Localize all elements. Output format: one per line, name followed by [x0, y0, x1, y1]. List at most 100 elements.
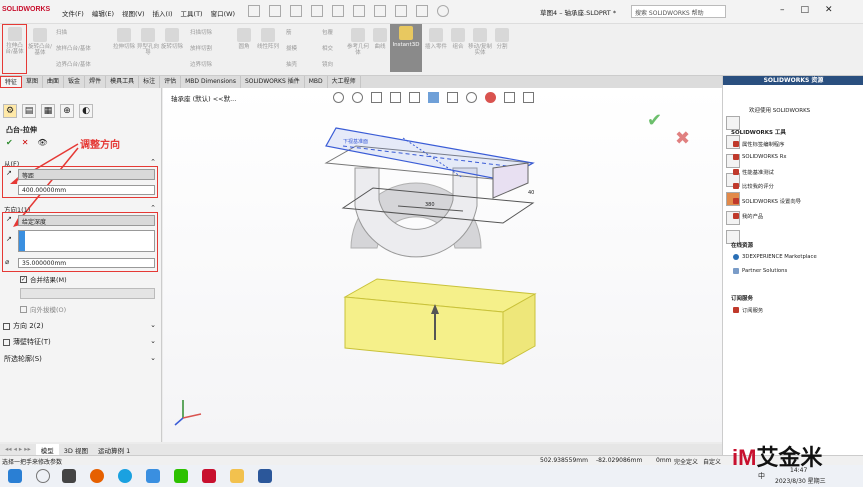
boundary-cut-button[interactable]: 边界切除 — [190, 60, 212, 68]
reference-geometry-button[interactable]: 参考几何体 — [346, 26, 370, 66]
wechat-icon[interactable] — [174, 469, 188, 483]
menu-window[interactable]: 窗口(W) — [211, 8, 236, 18]
thin-feature-label[interactable]: 薄壁特征(T) — [13, 337, 51, 347]
gear-icon[interactable] — [437, 5, 449, 17]
tool-link[interactable]: 我的产品 — [733, 212, 763, 220]
extruded-cut-button[interactable]: 拉伸切除 — [112, 26, 136, 66]
tool-link[interactable]: SOLIDWORKS 设置向导 — [733, 197, 801, 205]
chevron-down-icon[interactable]: ⌄ — [150, 321, 156, 329]
windows-start-icon[interactable] — [8, 469, 22, 483]
new-icon[interactable] — [269, 5, 281, 17]
tab-weldments[interactable]: 焊件 — [85, 76, 107, 88]
search-icon[interactable] — [36, 469, 50, 483]
tab-mbd-dimensions[interactable]: MBD Dimensions — [181, 76, 241, 88]
extrude-boss-button[interactable]: 拉伸凸台/基体 — [2, 24, 27, 74]
home-icon[interactable] — [248, 5, 260, 17]
tab-evaluate[interactable]: 评估 — [160, 76, 182, 88]
tab-markup[interactable]: 标注 — [139, 76, 161, 88]
thin-feature-checkbox[interactable] — [3, 338, 10, 346]
rebuild-icon[interactable] — [395, 5, 407, 17]
store-icon[interactable] — [146, 469, 160, 483]
maximize-icon[interactable]: □ — [801, 5, 810, 15]
task-view-icon[interactable] — [62, 469, 76, 483]
chevron-up-icon[interactable]: ⌃ — [150, 158, 156, 166]
clock-date[interactable]: 2023/8/30 星期三 — [775, 476, 826, 485]
wrap-button[interactable]: 包覆 — [322, 28, 333, 36]
instant3d-button[interactable]: Instant3D — [390, 24, 422, 72]
depth-input[interactable]: 35.000000mm — [18, 258, 155, 268]
split-button[interactable]: 分割 — [490, 26, 514, 66]
direction2-checkbox[interactable] — [3, 322, 10, 330]
merge-checkbox[interactable]: ✓ — [20, 275, 27, 283]
menu-tools[interactable]: 工具(T) — [181, 8, 203, 18]
tab-sheet-metal[interactable]: 钣金 — [64, 76, 86, 88]
combine-button[interactable]: 组合 — [446, 26, 470, 66]
menu-view[interactable]: 视图(V) — [122, 8, 145, 18]
draft-outward-checkbox[interactable] — [20, 305, 27, 313]
tab-engineer[interactable]: 大工程师 — [328, 76, 361, 88]
ime-indicator[interactable]: 中 — [758, 471, 765, 481]
lofted-cut-button[interactable]: 放样切割 — [190, 44, 212, 52]
file-props-icon[interactable] — [416, 5, 428, 17]
linear-pattern-button[interactable]: 线性阵列 — [256, 26, 280, 66]
menu-insert[interactable]: 插入(I) — [153, 8, 173, 18]
end-condition-select[interactable]: 给定深度 — [18, 215, 155, 226]
from-condition-select[interactable]: 等距 — [18, 169, 155, 180]
mirror-button[interactable]: 镜向 — [322, 60, 333, 68]
tab-model[interactable]: 模型 — [35, 444, 59, 455]
move-copy-button[interactable]: 移动/复制实体 — [468, 26, 492, 66]
tab-mold-tools[interactable]: 模具工具 — [106, 76, 140, 88]
word-icon[interactable] — [258, 469, 272, 483]
curves-button[interactable]: 曲线 — [368, 26, 392, 66]
offset-direction-icon[interactable]: ↗ — [6, 169, 12, 177]
dimension-label[interactable]: 40 — [528, 190, 534, 196]
direction2-label[interactable]: 方向 2(2) — [13, 321, 44, 331]
save-icon[interactable] — [311, 5, 323, 17]
firefox-icon[interactable] — [90, 469, 104, 483]
edge-icon[interactable] — [118, 469, 132, 483]
revolved-cut-button[interactable]: 旋转切除 — [160, 26, 184, 66]
direction-selection-box[interactable] — [18, 230, 155, 252]
reverse-direction-icon[interactable]: ↗ — [6, 215, 12, 223]
menu-edit[interactable]: 编辑(E) — [92, 8, 114, 18]
draft-angle-input[interactable] — [20, 288, 155, 299]
sweep-button[interactable]: 扫描 — [56, 28, 67, 36]
select-icon[interactable] — [374, 5, 386, 17]
from-offset-input[interactable]: 400.00000mm — [18, 185, 155, 195]
marketplace-link[interactable]: 3DEXPERIENCE Marketplace — [733, 254, 817, 260]
fillet-button[interactable]: 圆角 — [232, 26, 256, 66]
tab-mbd[interactable]: MBD — [305, 76, 328, 88]
partner-solutions-link[interactable]: Partner Solutions — [733, 268, 787, 274]
draft-button[interactable]: 拔模 — [286, 44, 297, 52]
subscription-link[interactable]: 订阅服务 — [733, 306, 763, 314]
loft-button[interactable]: 放样凸台/基体 — [56, 44, 91, 52]
rib-button[interactable]: 筋 — [286, 28, 292, 36]
undo-icon[interactable] — [353, 5, 365, 17]
tab-motion-study[interactable]: 运动算例 1 — [93, 444, 135, 455]
chevron-down-icon[interactable]: ⌄ — [150, 337, 156, 345]
tab-sketch[interactable]: 草图 — [22, 76, 44, 88]
chevron-up-icon[interactable]: ⌃ — [150, 204, 156, 212]
tab-nav-arrows[interactable]: ◂◂ ◂ ▸ ▸▸ — [0, 444, 36, 455]
dimension-label[interactable]: 380 — [425, 202, 435, 208]
tool-link[interactable]: 性能基准测试 — [733, 168, 774, 176]
tool-link[interactable]: SOLIDWORKS Rx — [733, 154, 787, 160]
open-icon[interactable] — [290, 5, 302, 17]
tab-surfaces[interactable]: 曲面 — [43, 76, 65, 88]
search-input[interactable]: 搜索 SOLIDWORKS 帮助 — [631, 5, 726, 18]
boundary-boss-button[interactable]: 边界凸台/基体 — [56, 60, 91, 68]
intersect-button[interactable]: 相交 — [322, 44, 333, 52]
solidworks-icon[interactable] — [202, 469, 216, 483]
tool-link[interactable]: 比较我的评分 — [733, 182, 774, 190]
folder-icon[interactable] — [230, 469, 244, 483]
selected-contours-header[interactable]: 所选轮廓(S) — [4, 354, 42, 364]
direction-vector-icon[interactable]: ↗ — [6, 235, 12, 243]
menu-file[interactable]: 文件(F) — [62, 8, 84, 18]
welcome-link[interactable]: 欢迎使用 SOLIDWORKS — [749, 106, 810, 114]
insert-part-button[interactable]: 插入零件 — [424, 26, 448, 66]
tab-3d-views[interactable]: 3D 视图 — [59, 444, 93, 455]
tool-link[interactable]: 属性标签编制程序 — [733, 140, 784, 148]
close-icon[interactable]: ✕ — [825, 5, 833, 15]
graphics-area[interactable]: 轴承座 (默认) <<默... ✔ ✖ 380 40 下视基准面 — [163, 88, 722, 442]
revolve-boss-button[interactable]: 旋转凸台/基体 — [28, 26, 52, 66]
